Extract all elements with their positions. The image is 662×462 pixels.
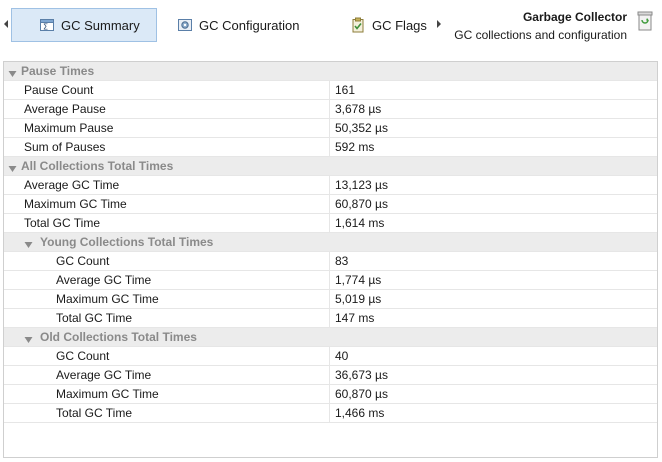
table-row[interactable]: GC Count 83 [4,252,657,271]
row-label: Pause Count [24,83,94,97]
column-divider [329,119,330,137]
column-divider [329,271,330,289]
column-divider [329,81,330,99]
column-divider [329,309,330,327]
table-row[interactable]: Average GC Time 1,774 µs [4,271,657,290]
row-label: Average Pause [24,102,106,116]
table-row[interactable]: Total GC Time 1,614 ms [4,214,657,233]
group-label: Young Collections Total Times [40,235,214,249]
row-value: 36,673 µs [335,368,388,382]
chevron-down-icon[interactable] [8,162,17,172]
tab-gc-flags[interactable]: GC Flags [350,8,430,42]
group-row-all-collections[interactable]: All Collections Total Times [4,157,657,176]
row-label: Total GC Time [56,311,133,325]
table-row[interactable]: Maximum GC Time 5,019 µs [4,290,657,309]
row-label: GC Count [56,349,110,363]
row-label: Maximum Pause [24,121,114,135]
table-row[interactable]: Maximum GC Time 60,870 µs [4,195,657,214]
page-subtitle: GC collections and configuration [454,28,627,42]
row-label: Total GC Time [24,216,101,230]
column-divider [329,347,330,365]
table-body: Pause Times Pause Count 161 Average Paus… [4,62,657,423]
gc-summary-table: Pause Times Pause Count 161 Average Paus… [3,61,658,458]
table-row[interactable]: GC Count 40 [4,347,657,366]
row-label: Maximum GC Time [56,292,159,306]
column-divider [329,176,330,194]
row-value: 592 ms [335,140,375,154]
chevron-down-icon[interactable] [24,333,33,343]
group-label: All Collections Total Times [21,159,174,173]
row-label: Total GC Time [56,406,133,420]
table-row[interactable]: Sum of Pauses 592 ms [4,138,657,157]
row-label: Maximum GC Time [24,197,127,211]
column-divider [329,138,330,156]
row-value: 1,774 µs [335,273,382,287]
group-row-young-collections[interactable]: Young Collections Total Times [4,233,657,252]
row-value: 147 ms [335,311,375,325]
column-divider [329,290,330,308]
row-value: 5,019 µs [335,292,382,306]
tab-gc-configuration[interactable]: GC Configuration [177,8,327,42]
table-row[interactable]: Total GC Time 1,466 ms [4,404,657,423]
row-label: Average GC Time [24,178,120,192]
table-row[interactable]: Average GC Time 36,673 µs [4,366,657,385]
table-row[interactable]: Maximum Pause 50,352 µs [4,119,657,138]
row-value: 50,352 µs [335,121,388,135]
table-row[interactable]: Maximum GC Time 60,870 µs [4,385,657,404]
row-value: 60,870 µs [335,197,388,211]
row-value: 60,870 µs [335,387,388,401]
page-title: Garbage Collector [522,10,627,24]
row-label: Sum of Pauses [24,140,106,154]
row-value: 40 [335,349,349,363]
column-divider [329,252,330,270]
row-label: Average GC Time [56,273,152,287]
table-row[interactable]: Pause Count 161 [4,81,657,100]
chevron-down-icon[interactable] [24,238,33,248]
gear-config-icon [177,17,193,33]
svg-text:Σ: Σ [43,23,48,32]
row-value: 1,614 ms [335,216,385,230]
scroll-right-icon[interactable] [436,19,442,29]
row-label: Average GC Time [56,368,152,382]
group-label: Old Collections Total Times [40,330,197,344]
column-divider [329,214,330,232]
group-label: Pause Times [21,64,95,78]
row-value: 1,466 ms [335,406,385,420]
scroll-left-icon[interactable] [3,19,9,29]
chevron-down-icon[interactable] [8,67,17,77]
tab-label: GC Flags [372,17,427,33]
column-divider [329,366,330,384]
table-row[interactable]: Average Pause 3,678 µs [4,100,657,119]
column-divider [329,100,330,118]
row-value: 161 [335,83,356,97]
sigma-table-icon: Σ [39,17,55,33]
clipboard-check-icon [350,17,366,33]
tab-gc-summary[interactable]: Σ GC Summary [11,8,157,42]
editor-toolbar: Σ GC Summary GC Configuration GC Flags G… [0,0,662,50]
table-row[interactable]: Average GC Time 13,123 µs [4,176,657,195]
row-value: 83 [335,254,349,268]
column-divider [329,404,330,422]
table-row[interactable]: Total GC Time 147 ms [4,309,657,328]
row-value: 13,123 µs [335,178,388,192]
group-row-pause-times[interactable]: Pause Times [4,62,657,81]
row-label: GC Count [56,254,110,268]
group-row-old-collections[interactable]: Old Collections Total Times [4,328,657,347]
row-label: Maximum GC Time [56,387,159,401]
column-divider [329,385,330,403]
column-divider [329,195,330,213]
trash-icon[interactable] [636,10,654,32]
row-value: 3,678 µs [335,102,382,116]
tab-label: GC Configuration [199,17,300,33]
tab-label: GC Summary [61,17,140,33]
